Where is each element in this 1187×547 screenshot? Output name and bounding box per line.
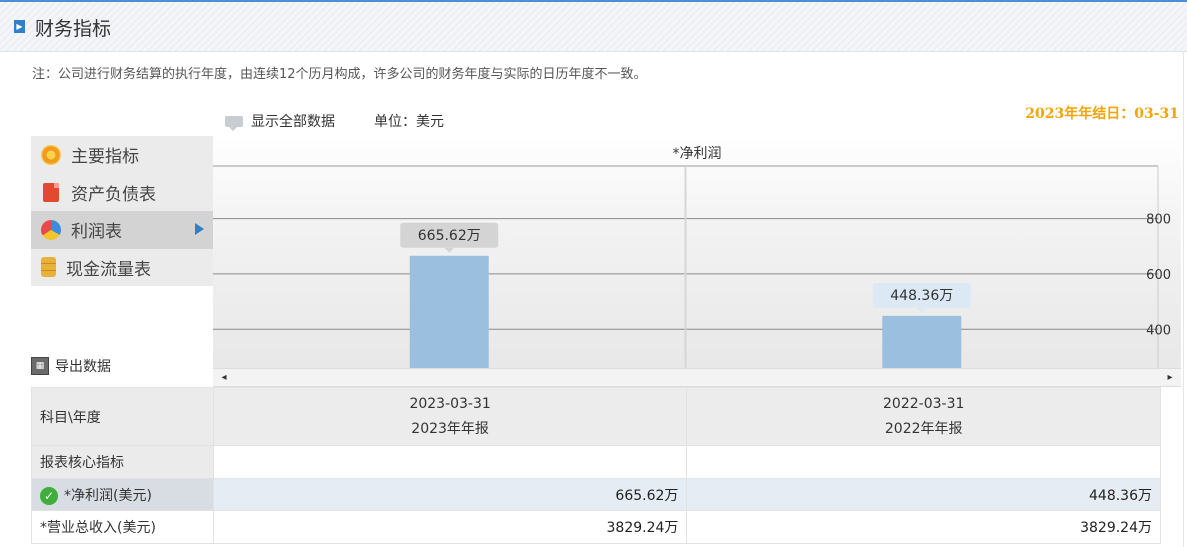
document-icon (43, 182, 59, 202)
data-label-pointer (916, 307, 927, 313)
empty-cell (686, 445, 1161, 479)
flower-icon (41, 144, 61, 165)
table-header-row: 科目\年度 2023-03-31 2023年年报 2022-03-31 2022… (31, 387, 1161, 446)
sidebar-item-label: 利润表 (71, 222, 122, 243)
scroll-right-icon[interactable]: ▸ (1161, 369, 1179, 387)
sidebar-item-label: 资产负债表 (71, 184, 156, 205)
indicator-table: 科目\年度 2023-03-31 2023年年报 2022-03-31 2022… (31, 387, 1161, 544)
data-label-pointer (444, 247, 455, 253)
section-header: ▶ 财务指标 (0, 0, 1187, 52)
section-label: 报表核心指标 (31, 445, 214, 479)
export-label: 导出数据 (55, 359, 111, 375)
sidebar-item-label: 现金流量表 (66, 259, 151, 280)
header-date: 2023-03-31 (409, 395, 491, 412)
value-cell: 3829.24万 (686, 510, 1161, 544)
bar-2022-03-31 (882, 315, 962, 368)
header-period: 2022-03-31 2022年年报 (686, 387, 1161, 446)
chart-scrollbar[interactable]: ◂ ▸ (213, 368, 1181, 387)
scroll-left-icon[interactable]: ◂ (215, 369, 233, 387)
chart-canvas: 400 600 800 665.62万 448.36万 (213, 165, 1171, 368)
y-tick-label: 600 (1146, 268, 1171, 283)
empty-cell (212, 445, 688, 479)
show-all-label: 显示全部数据 (251, 114, 335, 130)
coins-icon (41, 257, 56, 278)
speech-bubble-icon (225, 115, 243, 131)
sidebar-item-income-statement[interactable]: 利润表 (31, 211, 213, 249)
net-profit-chart: *净利润 400 600 800 665.62万 448.36万 (213, 136, 1181, 368)
active-arrow-icon (195, 223, 204, 235)
export-icon: ▦ (31, 357, 49, 375)
table-section-row: 报表核心指标 (31, 445, 1161, 479)
row-label-cell[interactable]: ✓ *净利润(美元) (31, 478, 214, 511)
fiscal-note: 注：公司进行财务结算的执行年度，由连续12个历月构成，许多公司的财务年度与实际的… (32, 67, 647, 82)
sidebar-item-balance-sheet[interactable]: 资产负债表 (31, 173, 213, 211)
panel-border (1183, 52, 1184, 547)
sidebar: 主要指标 资产负债表 利润表 现金流量表 (31, 136, 213, 286)
fiscal-year-end: 2023年年结日：03-31 (1025, 106, 1179, 122)
header-subject-year: 科目\年度 (31, 387, 214, 446)
sidebar-item-main-indicators[interactable]: 主要指标 (31, 136, 213, 174)
header-report: 2022年年报 (884, 420, 963, 437)
y-tick-label: 400 (1146, 323, 1171, 338)
pie-chart-icon (41, 219, 61, 240)
table-row[interactable]: *营业总收入(美元) 3829.24万 3829.24万 (31, 510, 1161, 544)
row-label[interactable]: *营业总收入(美元) (31, 510, 214, 544)
export-data-button[interactable]: ▦ 导出数据 (31, 356, 111, 376)
header-period: 2023-03-31 2023年年报 (212, 387, 688, 446)
data-label: 665.62万 (418, 228, 481, 244)
unit-label: 单位：美元 (374, 114, 444, 130)
sidebar-item-cash-flow[interactable]: 现金流量表 (31, 248, 213, 286)
y-tick-label: 800 (1146, 213, 1171, 228)
header-report: 2023年年报 (411, 420, 489, 437)
financial-indicators-page: ▶ 财务指标 注：公司进行财务结算的执行年度，由连续12个历月构成，许多公司的财… (0, 0, 1187, 547)
show-all-data-toggle[interactable]: 显示全部数据 (225, 111, 335, 131)
bar-2023-03-31 (409, 255, 489, 368)
row-label: *净利润(美元) (64, 487, 152, 504)
data-label: 448.36万 (890, 288, 953, 304)
checkmark-icon[interactable]: ✓ (40, 486, 58, 505)
value-cell: 448.36万 (686, 478, 1161, 511)
arrow-right-icon[interactable]: ▶ (14, 20, 25, 33)
header-date: 2022-03-31 (883, 395, 965, 412)
value-cell: 3829.24万 (212, 510, 688, 544)
sidebar-item-label: 主要指标 (71, 147, 139, 168)
section-title: 财务指标 (35, 18, 112, 40)
table-row[interactable]: ✓ *净利润(美元) 665.62万 448.36万 (31, 478, 1161, 511)
value-cell: 665.62万 (212, 478, 688, 511)
